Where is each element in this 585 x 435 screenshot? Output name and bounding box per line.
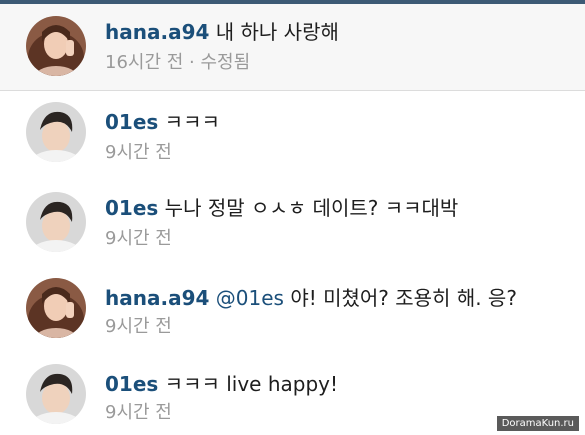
caption-text-line: hana.a94 내 하나 사랑해 [105, 20, 339, 44]
comment-row: 01es ㅋㅋㅋ 9시간 전 [0, 100, 585, 170]
comment-row: 01es 누나 정말 ㅇㅅㅎ 데이트? ㅋㅋ대박 9시간 전 [0, 190, 585, 260]
comment-text: ㅋㅋㅋ [164, 110, 220, 134]
comment-username[interactable]: hana.a94 [105, 286, 209, 310]
avatar-01es-image [26, 102, 86, 162]
comment-line: 01es 누나 정말 ㅇㅅㅎ 데이트? ㅋㅋ대박 [105, 196, 458, 220]
comment-time: 9시간 전 [105, 142, 172, 163]
comment-mention[interactable]: @01es [216, 286, 284, 310]
comment-text: 누나 정말 ㅇㅅㅎ 데이트? ㅋㅋ대박 [164, 196, 459, 220]
avatar-hana[interactable] [26, 278, 86, 338]
comment-time: 9시간 전 [105, 402, 172, 423]
avatar-01es-image [26, 364, 86, 424]
avatar-01es[interactable] [26, 192, 86, 252]
caption-meta: 16시간 전 · 수정됨 [105, 52, 251, 73]
comment-text: ㅋㅋㅋ live happy! [164, 372, 339, 396]
watermark: DoramaKun.ru [496, 416, 579, 431]
comment-username[interactable]: 01es [105, 372, 158, 396]
avatar-hana-image [26, 16, 86, 76]
caption-text: 내 하나 사랑해 [215, 20, 339, 44]
avatar-01es-image [26, 192, 86, 252]
comment-line: 01es ㅋㅋㅋ [105, 110, 220, 134]
comment-row: hana.a94 @01es 야! 미쳤어? 조용히 해. 응? 9시간 전 [0, 276, 585, 346]
avatar-01es[interactable] [26, 364, 86, 424]
comment-text: 야! 미쳤어? 조용히 해. 응? [290, 286, 517, 310]
comment-time: 9시간 전 [105, 316, 172, 337]
comment-username[interactable]: 01es [105, 110, 158, 134]
avatar-hana[interactable] [26, 16, 86, 76]
caption-row: hana.a94 내 하나 사랑해 16시간 전 · 수정됨 [0, 14, 585, 84]
avatar-hana-image [26, 278, 86, 338]
caption-divider [0, 90, 585, 91]
caption-username[interactable]: hana.a94 [105, 20, 209, 44]
avatar-01es[interactable] [26, 102, 86, 162]
comment-time: 9시간 전 [105, 228, 172, 249]
comment-line: hana.a94 @01es 야! 미쳤어? 조용히 해. 응? [105, 286, 517, 310]
comment-username[interactable]: 01es [105, 196, 158, 220]
comment-line: 01es ㅋㅋㅋ live happy! [105, 372, 338, 396]
